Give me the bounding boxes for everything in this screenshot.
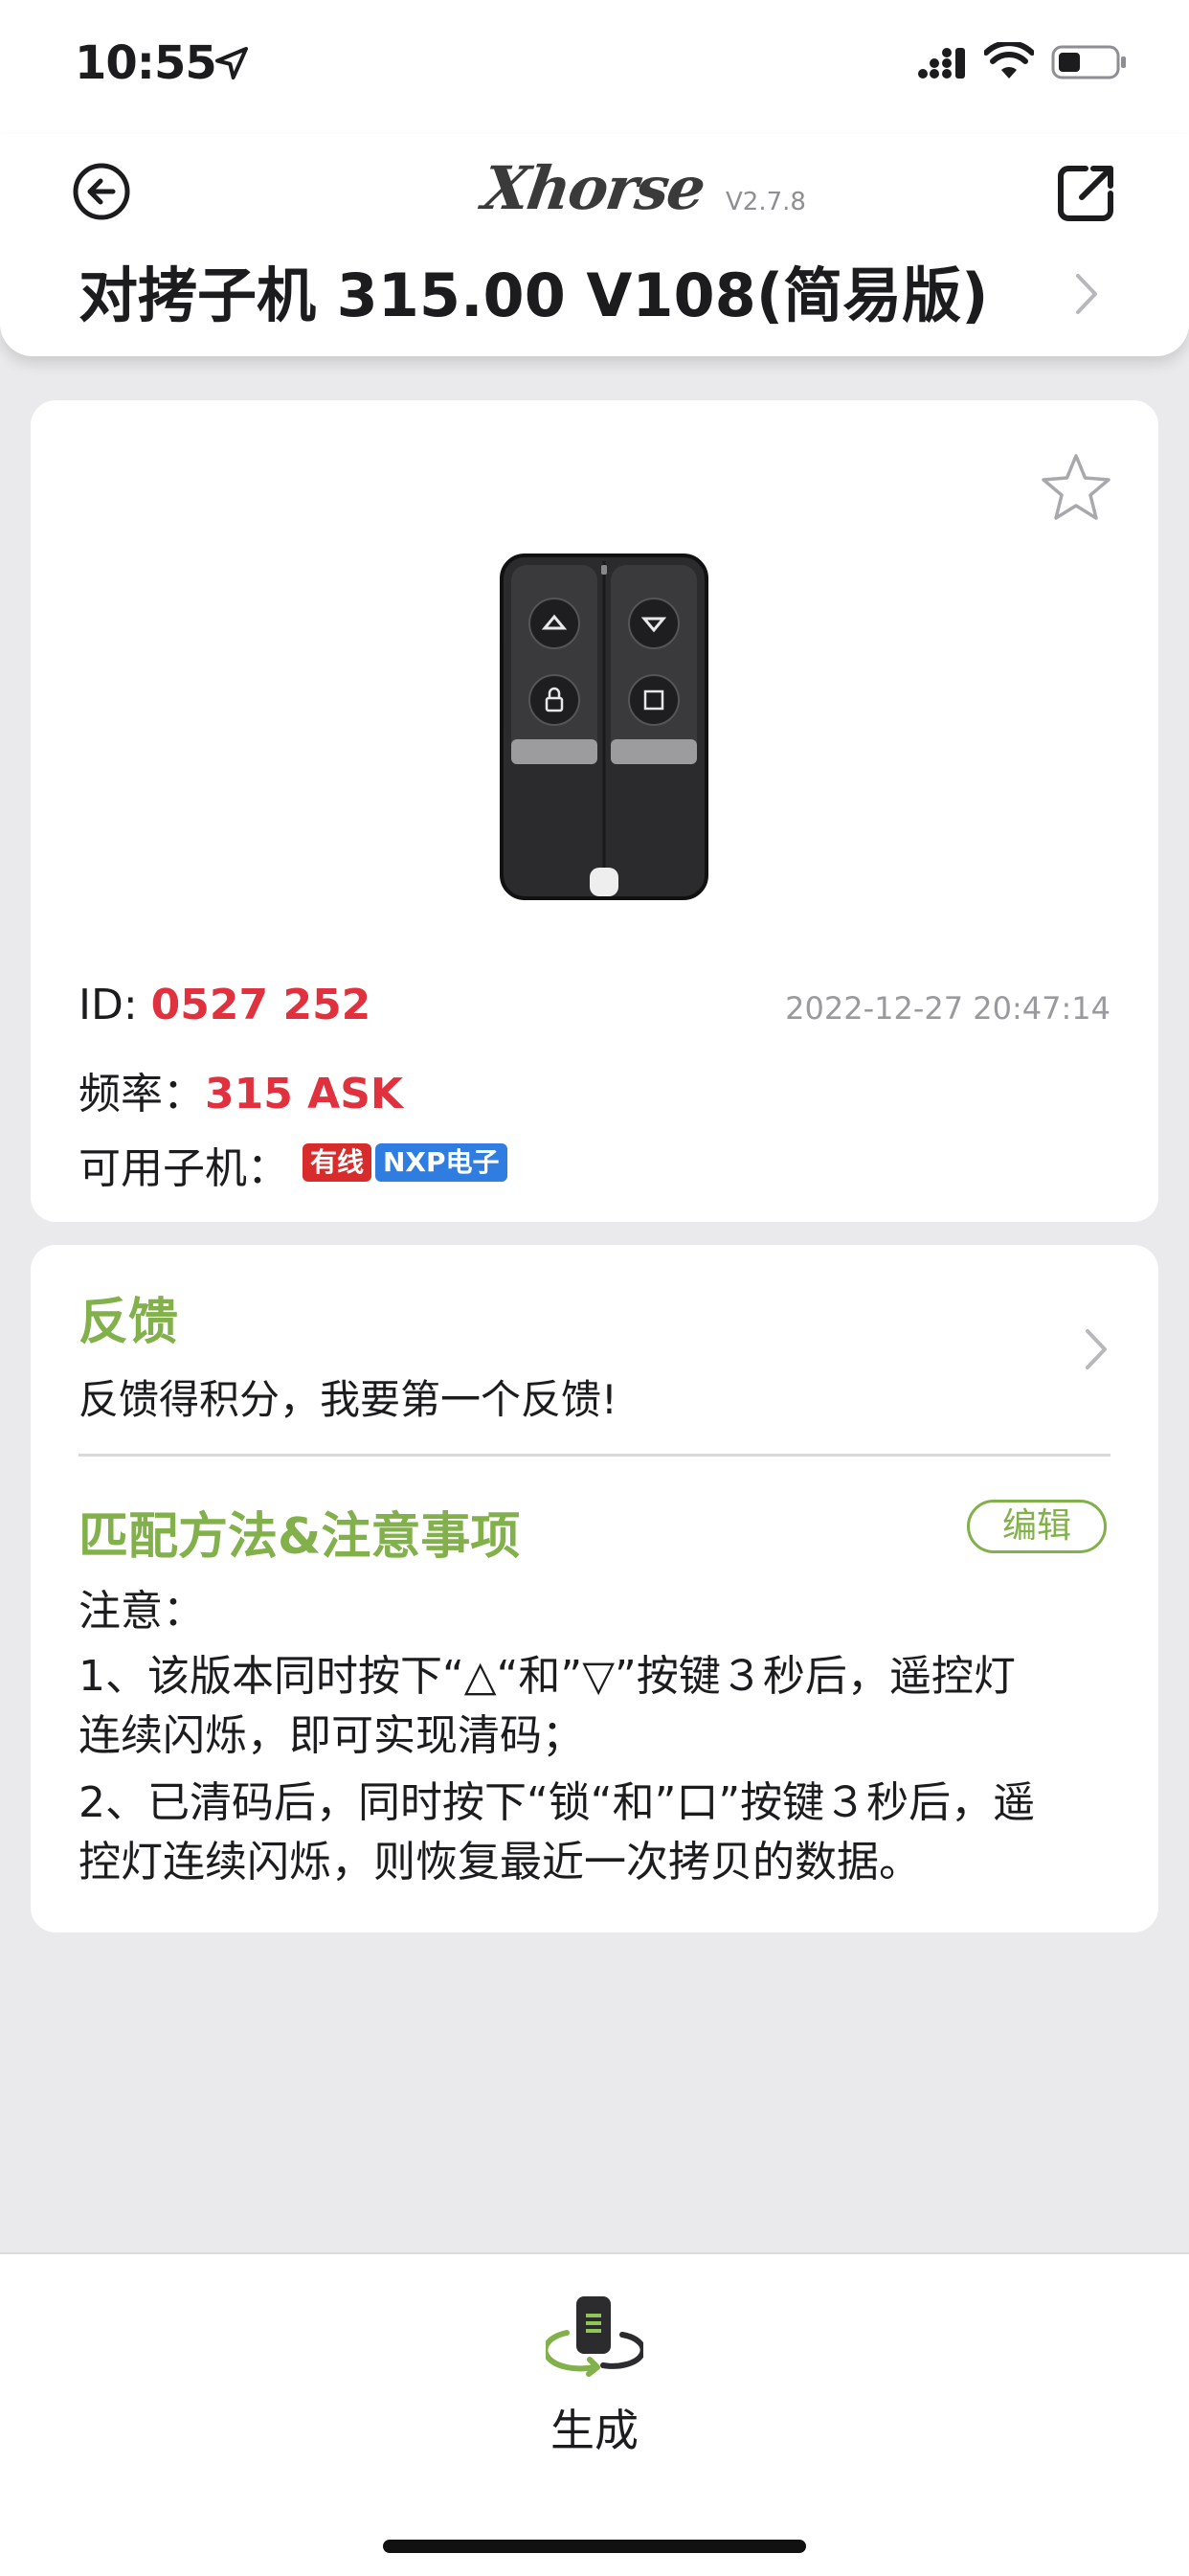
available-sub-remotes-label: 可用子机： <box>79 1144 289 1193</box>
brand-logo: Xhorse <box>478 153 708 223</box>
product-id-label: ID: <box>79 981 151 1029</box>
feedback-title: 反馈 <box>79 1294 179 1351</box>
note-line: 1、该版本同时按下“△“和”▽”按键３秒后，遥控灯 <box>79 1652 1016 1701</box>
chevron-right-icon[interactable] <box>1082 1325 1110 1373</box>
remote-key-icon <box>500 554 708 900</box>
product-id: ID: 0527 252 <box>79 981 370 1029</box>
badge-nxp-electronic: NXP电子 <box>375 1143 507 1182</box>
chevron-right-icon[interactable] <box>1072 270 1101 318</box>
app-header: Xhorse V2.7.8 对拷子机 315.00 V108(简易版) <box>0 134 1189 356</box>
wifi-icon <box>984 42 1034 79</box>
note-line: 2、已清码后，同时按下“锁“和”口”按键３秒后，遥 <box>79 1778 1036 1827</box>
star-outline-icon[interactable] <box>1038 450 1114 527</box>
product-card: ID: 0527 252 2022-12-27 20:47:14 频率：315 … <box>31 400 1158 1222</box>
page-title: 对拷子机 315.00 V108(简易版) <box>79 260 989 330</box>
edit-button[interactable]: 编辑 <box>967 1500 1107 1553</box>
note-line: 注意： <box>79 1587 205 1636</box>
section-divider <box>79 1454 1110 1457</box>
cellular-signal-icon <box>918 48 965 79</box>
app-version: V2.7.8 <box>726 188 806 216</box>
bottom-action-bar: 生成 <box>0 2252 1189 2576</box>
share-external-icon[interactable] <box>1053 159 1120 226</box>
note-line: 控灯连续闪烁，则恢复最近一次拷贝的数据。 <box>79 1838 921 1887</box>
note-line: 连续闪烁，即可实现清码； <box>79 1711 584 1760</box>
product-timestamp: 2022-12-27 20:47:14 <box>785 990 1110 1027</box>
location-arrow-icon <box>215 47 248 79</box>
badge-wired: 有线 <box>303 1143 372 1182</box>
feedback-text: 反馈得积分，我要第一个反馈! <box>79 1376 617 1423</box>
frequency-value: 315 ASK <box>205 1070 404 1119</box>
product-id-value: 0527 252 <box>150 981 371 1029</box>
battery-low-icon <box>1051 45 1126 79</box>
status-bar: 10:55 <box>0 0 1189 134</box>
home-indicator <box>383 2540 806 2553</box>
status-time: 10:55 <box>75 36 217 90</box>
product-frequency: 频率：315 ASK <box>79 1059 403 1120</box>
notes-title: 匹配方法&注意事项 <box>79 1508 521 1566</box>
generate-label[interactable]: 生成 <box>0 2396 1189 2459</box>
generate-remote-icon[interactable] <box>546 2289 643 2386</box>
info-card: 反馈 反馈得积分，我要第一个反馈! 匹配方法&注意事项 编辑 注意： 1、该版本… <box>31 1245 1158 1932</box>
back-circle-arrow-icon[interactable] <box>71 161 132 222</box>
frequency-label: 频率： <box>79 1070 205 1119</box>
